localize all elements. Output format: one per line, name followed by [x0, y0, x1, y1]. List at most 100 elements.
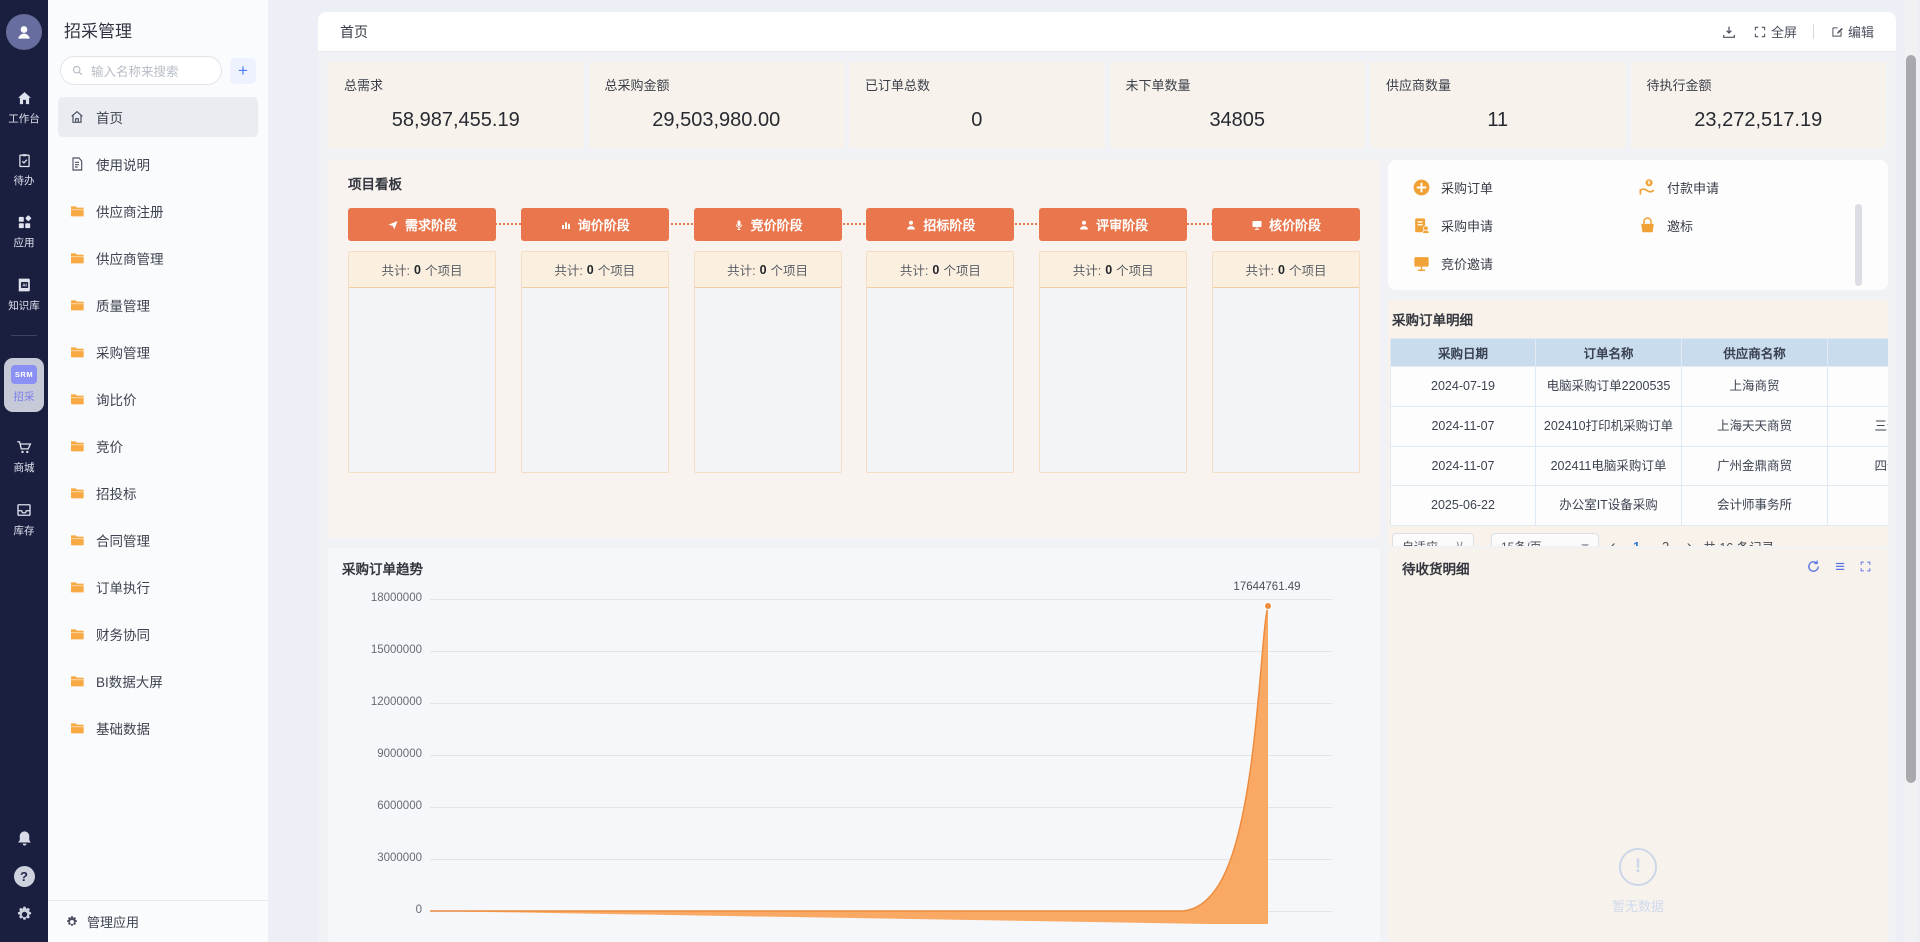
page-size-select[interactable]: 15条/页: [1491, 533, 1599, 546]
fullscreen-icon: [1753, 25, 1767, 39]
sidebar-item-label: 供应商注册: [96, 201, 164, 221]
sidebar-item-label: 质量管理: [96, 295, 150, 315]
sidebar-item-contract-mgmt[interactable]: 合同管理: [58, 520, 258, 560]
sidebar-item-inquiry[interactable]: 询比价: [58, 379, 258, 419]
col-header-order-name[interactable]: 订单名称: [1536, 339, 1682, 367]
stage-button-price-check[interactable]: 核价阶段: [1212, 208, 1360, 241]
help-icon[interactable]: ?: [14, 866, 35, 887]
sidebar-item-quality-mgmt[interactable]: 质量管理: [58, 285, 258, 325]
prev-page-button[interactable]: ‹: [1608, 536, 1618, 546]
sidebar-item-home[interactable]: 首页: [58, 97, 258, 137]
folder-icon: [69, 344, 85, 360]
stat-label: 总采购金额: [605, 75, 829, 94]
quick-action-bid-invite[interactable]: 竞价邀请: [1412, 244, 1638, 282]
quick-action-label: 付款申请: [1667, 178, 1719, 197]
stage-column-count: 共计:0个项目: [522, 252, 668, 288]
rail-item-inventory[interactable]: 库存: [14, 501, 35, 538]
table-row[interactable]: 2025-06-22 办公室IT设备采购 会计师事务所: [1391, 486, 1889, 526]
stage-columns-row: 共计:0个项目 共计:0个项目 共计:0个项目 共计:0个项目: [348, 251, 1360, 473]
stage-button-demand[interactable]: 需求阶段: [348, 208, 496, 241]
add-button[interactable]: +: [230, 58, 256, 84]
quick-action-purchase-order[interactable]: 采购订单: [1412, 168, 1638, 206]
col-header-extra[interactable]: [1828, 339, 1889, 367]
search-input[interactable]: 输入名称来搜索: [60, 56, 222, 85]
rail-item-todo[interactable]: 待办: [14, 152, 35, 188]
quick-action-payment-request[interactable]: 付款申请: [1638, 168, 1864, 206]
folder-icon: [69, 579, 85, 595]
sidebar-item-instructions[interactable]: 使用说明: [58, 144, 258, 184]
quick-action-invite-tender[interactable]: 邀标: [1638, 206, 1864, 244]
manage-apps-button[interactable]: 管理应用: [48, 900, 268, 942]
user-icon: [14, 22, 34, 42]
sidebar-item-label: 首页: [96, 107, 123, 127]
stage-button-review[interactable]: 评审阶段: [1039, 208, 1187, 241]
bell-icon[interactable]: [15, 829, 34, 848]
list-view-icon[interactable]: ≡: [1835, 558, 1845, 575]
fit-select[interactable]: 自适应 ∨: [1392, 533, 1474, 546]
sidebar-item-finance[interactable]: 财务协同: [58, 614, 258, 654]
receiving-panel: 待收货明细 ≡ ! 暂无数据: [1388, 548, 1888, 942]
page-scrollbar-track[interactable]: [1905, 0, 1918, 942]
page-number-2[interactable]: 2: [1656, 539, 1676, 547]
rail-item-mall[interactable]: 商城: [14, 438, 35, 475]
sidebar-item-label: 采购管理: [96, 342, 150, 362]
refresh-icon[interactable]: [1806, 559, 1821, 574]
quick-action-label: 采购订单: [1441, 178, 1493, 197]
table-header-row: 采购日期 订单名称 供应商名称: [1391, 339, 1889, 367]
project-board-title: 项目看板: [348, 173, 1360, 193]
main-content: 首页 全屏 编辑 总需求 58,987,455.19 总采购金额 29,503,…: [318, 12, 1896, 942]
stat-label: 总需求: [344, 75, 568, 94]
gear-icon[interactable]: [15, 905, 34, 924]
folder-icon: [69, 250, 85, 266]
quick-action-purchase-request[interactable]: 采购申请: [1412, 206, 1638, 244]
sidebar-item-bidding-price[interactable]: 竞价: [58, 426, 258, 466]
sidebar-item-supplier-mgmt[interactable]: 供应商管理: [58, 238, 258, 278]
sidebar: 招采管理 输入名称来搜索 + 首页 使用说明 供应商注册 供应商管理 质量管理: [48, 0, 268, 942]
sidebar-item-label: 基础数据: [96, 718, 150, 738]
exclamation-circle-icon: !: [1619, 848, 1657, 886]
stage-button-bidding[interactable]: 竞价阶段: [694, 208, 842, 241]
empty-state: ! 暂无数据: [1388, 848, 1888, 915]
page-number-1[interactable]: 1: [1627, 539, 1647, 547]
rail-item-workbench[interactable]: 工作台: [8, 90, 40, 126]
rail-item-srm-active[interactable]: SRM 招采: [4, 358, 44, 412]
fullscreen-button[interactable]: 全屏: [1753, 22, 1797, 41]
rail-item-apps[interactable]: 应用: [14, 214, 35, 250]
sidebar-item-supplier-register[interactable]: 供应商注册: [58, 191, 258, 231]
col-header-supplier[interactable]: 供应商名称: [1682, 339, 1828, 367]
document-icon: [69, 156, 85, 172]
user-avatar[interactable]: [6, 14, 42, 50]
home-icon: [69, 109, 85, 125]
folder-icon: [69, 297, 85, 313]
send-icon: [387, 219, 399, 231]
stage-button-inquiry[interactable]: 询价阶段: [521, 208, 669, 241]
ai-book-icon: [15, 276, 33, 294]
table-row[interactable]: 2024-11-07 202410打印机采购订单 上海天天商贸 三十: [1391, 406, 1889, 446]
stat-value: 0: [865, 109, 1089, 132]
page-scrollbar-thumb[interactable]: [1906, 55, 1916, 783]
stat-card-pending-amount: 待执行金额 23,272,517.19: [1631, 62, 1887, 148]
sidebar-item-base-data[interactable]: 基础数据: [58, 708, 258, 748]
document-person-icon: [1412, 216, 1431, 235]
stage-buttons-row: 需求阶段 询价阶段 竞价阶段 招标阶段 评审阶段 核价阶段: [348, 208, 1360, 241]
sidebar-item-order-execution[interactable]: 订单执行: [58, 567, 258, 607]
person-icon: [1078, 219, 1090, 231]
stage-button-tender[interactable]: 招标阶段: [866, 208, 1014, 241]
download-icon[interactable]: [1721, 24, 1737, 40]
edit-label: 编辑: [1848, 22, 1874, 41]
sidebar-item-bi-screen[interactable]: BI数据大屏: [58, 661, 258, 701]
manage-apps-label: 管理应用: [87, 912, 139, 931]
stage-column: 共计:0个项目: [521, 251, 669, 473]
rail-item-knowledge[interactable]: 知识库: [8, 276, 40, 313]
quick-actions-scrollbar[interactable]: [1855, 204, 1862, 286]
sidebar-item-tendering[interactable]: 招投标: [58, 473, 258, 513]
table-row[interactable]: 2024-07-19 电脑采购订单2200535 上海商贸: [1391, 367, 1889, 407]
caret-down-icon: [1581, 544, 1589, 547]
tab-home[interactable]: 首页: [340, 22, 368, 42]
fullscreen-icon[interactable]: [1859, 560, 1872, 573]
col-header-date[interactable]: 采购日期: [1391, 339, 1536, 367]
edit-button[interactable]: 编辑: [1830, 22, 1874, 41]
next-page-button[interactable]: ›: [1685, 536, 1695, 546]
sidebar-item-procurement-mgmt[interactable]: 采购管理: [58, 332, 258, 372]
table-row[interactable]: 2024-11-07 202411电脑采购订单 广州金鼎商贸 四十: [1391, 446, 1889, 486]
